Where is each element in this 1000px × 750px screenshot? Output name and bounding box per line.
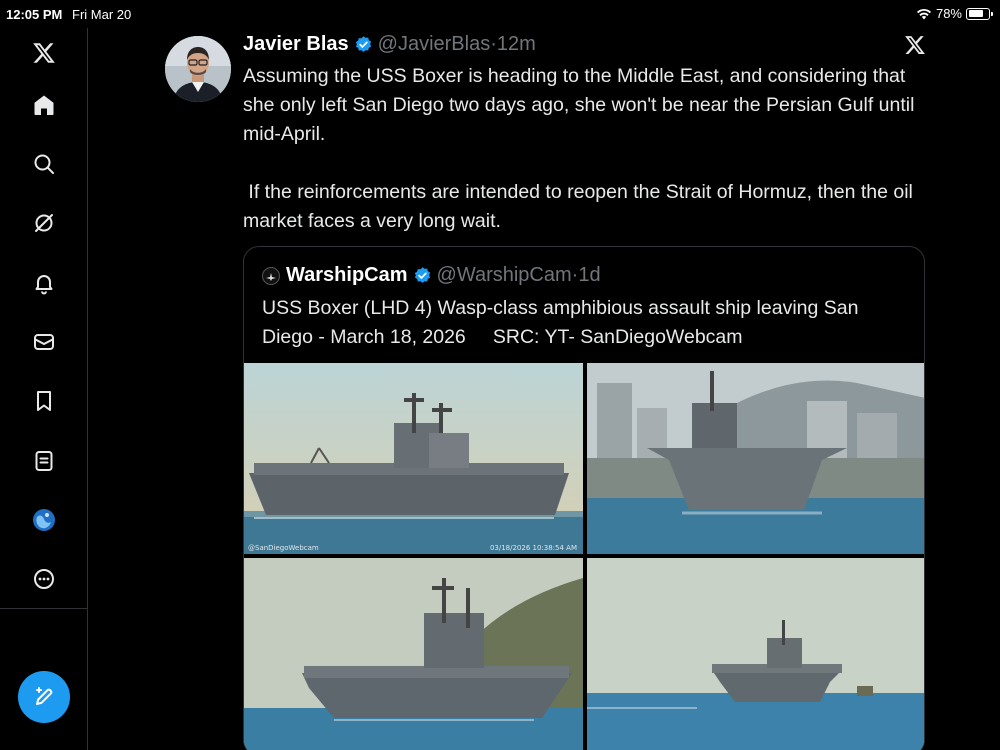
media-grid: @SanDiegoWebcam 03/18/2026 10:38:54 AM <box>244 363 924 750</box>
status-date: Fri Mar 20 <box>72 7 132 22</box>
sidebar <box>0 28 88 750</box>
compose-icon <box>36 687 53 705</box>
compose-button[interactable] <box>18 671 70 723</box>
wifi-icon <box>916 8 931 19</box>
verified-badge-icon <box>414 267 430 283</box>
close-icon[interactable] <box>904 34 926 56</box>
grok-icon[interactable] <box>31 210 57 236</box>
quote-avatar <box>262 266 280 285</box>
quote-author-handle[interactable]: @WarshipCam <box>437 264 572 287</box>
tweet-paragraph: Assuming the USS Boxer is heading to the… <box>243 65 915 145</box>
status-right: 78% <box>916 6 993 21</box>
tweet-header: Javier Blas @JavierBlas · 12m <box>243 33 536 56</box>
separator-dot: · <box>490 33 497 55</box>
quote-author-name[interactable]: WarshipCam <box>286 264 408 287</box>
mail-icon[interactable] <box>31 329 57 355</box>
ship-photo-4[interactable] <box>587 558 924 750</box>
quote-header: WarshipCam @WarshipCam · 1d <box>262 264 601 287</box>
lists-icon[interactable] <box>31 448 57 474</box>
battery-icon <box>966 7 993 20</box>
ship-photo-3[interactable] <box>244 558 583 750</box>
tweet-paragraph: If the reinforcements are intended to re… <box>243 181 919 232</box>
profile-avatar-icon[interactable] <box>31 507 57 533</box>
photo-timestamp: 03/18/2026 10:38:54 AM <box>489 544 577 552</box>
status-time: 12:05 PM <box>6 7 63 22</box>
ship-photo-2[interactable] <box>587 363 924 554</box>
author-avatar[interactable] <box>165 36 231 102</box>
verified-badge-icon <box>355 36 371 52</box>
home-icon[interactable] <box>31 92 57 118</box>
author-handle[interactable]: @JavierBlas <box>378 33 491 56</box>
bookmark-icon[interactable] <box>31 388 57 414</box>
tweet-timestamp[interactable]: 12m <box>497 33 536 56</box>
more-icon[interactable] <box>31 566 57 592</box>
tweet-body: Assuming the USS Boxer is heading to the… <box>243 62 923 236</box>
photo-watermark: @SanDiegoWebcam <box>248 544 319 552</box>
search-icon[interactable] <box>31 151 57 177</box>
status-bar: 12:05 PM Fri Mar 20 78% <box>0 0 1000 28</box>
separator-dot: · <box>571 264 579 286</box>
quoted-tweet[interactable]: WarshipCam @WarshipCam · 1d USS Boxer (L… <box>243 246 925 750</box>
quote-body: USS Boxer (LHD 4) Wasp-class amphibious … <box>262 297 864 348</box>
author-name[interactable]: Javier Blas <box>243 33 349 56</box>
ship-photo-1[interactable]: @SanDiegoWebcam 03/18/2026 10:38:54 AM <box>244 363 583 554</box>
quote-timestamp[interactable]: 1d <box>578 264 600 287</box>
battery-percent: 78% <box>935 6 962 21</box>
x-logo-icon[interactable] <box>31 40 57 66</box>
bell-icon[interactable] <box>31 270 57 296</box>
sidebar-divider <box>0 608 88 609</box>
